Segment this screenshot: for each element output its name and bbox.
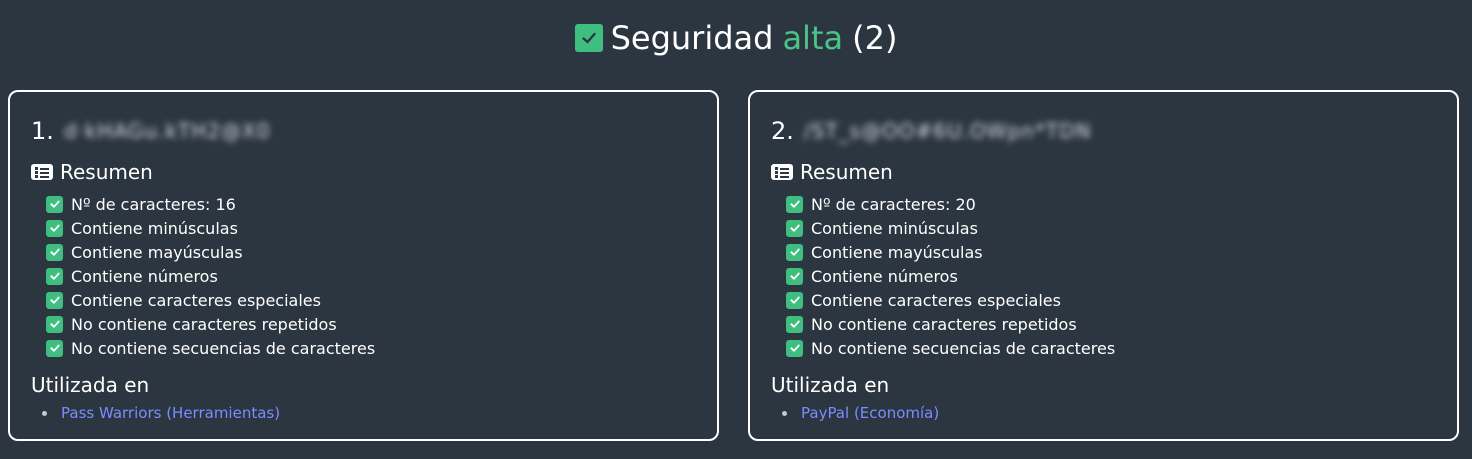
check-label: Contiene mayúsculas — [811, 242, 983, 262]
service-link[interactable]: PayPal (Economía) — [801, 404, 939, 422]
check-label: Contiene caracteres especiales — [811, 290, 1061, 310]
check-item: Contiene minúsculas — [46, 216, 375, 240]
check-icon — [46, 339, 63, 357]
check-item: Contiene minúsculas — [786, 216, 1115, 240]
password-number: 1. — [31, 117, 54, 145]
used-in-list: Pass Warriors (Herramientas) — [42, 401, 280, 425]
check-label: Contiene caracteres especiales — [71, 290, 321, 310]
check-label: No contiene caracteres repetidos — [811, 314, 1077, 334]
check-label: Contiene minúsculas — [811, 218, 978, 238]
check-label: No contiene caracteres repetidos — [71, 314, 337, 334]
summary-label: Resumen — [60, 160, 153, 184]
check-item: No contiene secuencias de caracteres — [786, 336, 1115, 360]
check-icon — [786, 339, 803, 357]
bullet-icon — [42, 410, 47, 416]
list-item: PayPal (Economía) — [782, 401, 939, 425]
check-icon — [46, 291, 63, 309]
password-count: (2) — [852, 19, 898, 57]
used-in-list: PayPal (Economía) — [782, 401, 939, 425]
password-value: d·kHAGu.kTH2@X0 — [63, 119, 271, 143]
summary-label: Resumen — [800, 160, 893, 184]
password-card: 2. /ST_s@OO#6U.OWpn*TDN Resumen Nº de ca… — [748, 90, 1459, 441]
check-label: Nº de caracteres: 20 — [811, 194, 976, 214]
summary-heading: Resumen — [771, 160, 893, 184]
check-item: No contiene secuencias de caracteres — [46, 336, 375, 360]
used-in-heading: Utilizada en — [771, 373, 890, 397]
check-label: Nº de caracteres: 16 — [71, 194, 236, 214]
check-icon — [574, 24, 603, 52]
check-item: No contiene caracteres repetidos — [786, 312, 1115, 336]
password-number: 2. — [771, 117, 794, 145]
title-text: Seguridad — [610, 19, 774, 57]
check-item: Contiene caracteres especiales — [46, 288, 375, 312]
check-icon — [786, 219, 803, 237]
password-heading: 2. /ST_s@OO#6U.OWpn*TDN — [771, 116, 1091, 146]
check-item: Nº de caracteres: 20 — [786, 192, 1115, 216]
page-title: Seguridad alta (2) — [0, 16, 1472, 60]
summary-checklist: Nº de caracteres: 20 Contiene minúsculas… — [786, 192, 1115, 360]
check-icon — [46, 195, 63, 213]
list-item: Pass Warriors (Herramientas) — [42, 401, 280, 425]
used-in-heading: Utilizada en — [31, 373, 150, 397]
check-item: Nº de caracteres: 16 — [46, 192, 375, 216]
check-label: Contiene mayúsculas — [71, 242, 243, 262]
check-item: Contiene caracteres especiales — [786, 288, 1115, 312]
summary-heading: Resumen — [31, 160, 153, 184]
check-icon — [46, 243, 63, 261]
check-item: Contiene números — [46, 264, 375, 288]
service-link[interactable]: Pass Warriors (Herramientas) — [61, 404, 280, 422]
summary-checklist: Nº de caracteres: 16 Contiene minúsculas… — [46, 192, 375, 360]
check-icon — [46, 219, 63, 237]
check-icon — [786, 315, 803, 333]
list-icon — [771, 164, 793, 180]
check-item: Contiene mayúsculas — [46, 240, 375, 264]
check-label: Contiene números — [811, 266, 958, 286]
check-icon — [786, 291, 803, 309]
password-card: 1. d·kHAGu.kTH2@X0 Resumen Nº de caracte… — [8, 90, 719, 441]
check-label: No contiene secuencias de caracteres — [811, 338, 1116, 358]
password-heading: 1. d·kHAGu.kTH2@X0 — [31, 116, 270, 146]
check-label: No contiene secuencias de caracteres — [71, 338, 376, 358]
check-icon — [786, 243, 803, 261]
check-icon — [786, 195, 803, 213]
check-item: Contiene números — [786, 264, 1115, 288]
security-level: alta — [782, 19, 844, 57]
check-label: Contiene números — [71, 266, 218, 286]
list-icon — [31, 164, 53, 180]
password-value: /ST_s@OO#6U.OWpn*TDN — [803, 119, 1092, 143]
check-item: No contiene caracteres repetidos — [46, 312, 375, 336]
bullet-icon — [782, 410, 787, 416]
check-icon — [46, 315, 63, 333]
check-icon — [786, 267, 803, 285]
check-label: Contiene minúsculas — [71, 218, 238, 238]
check-item: Contiene mayúsculas — [786, 240, 1115, 264]
check-icon — [46, 267, 63, 285]
